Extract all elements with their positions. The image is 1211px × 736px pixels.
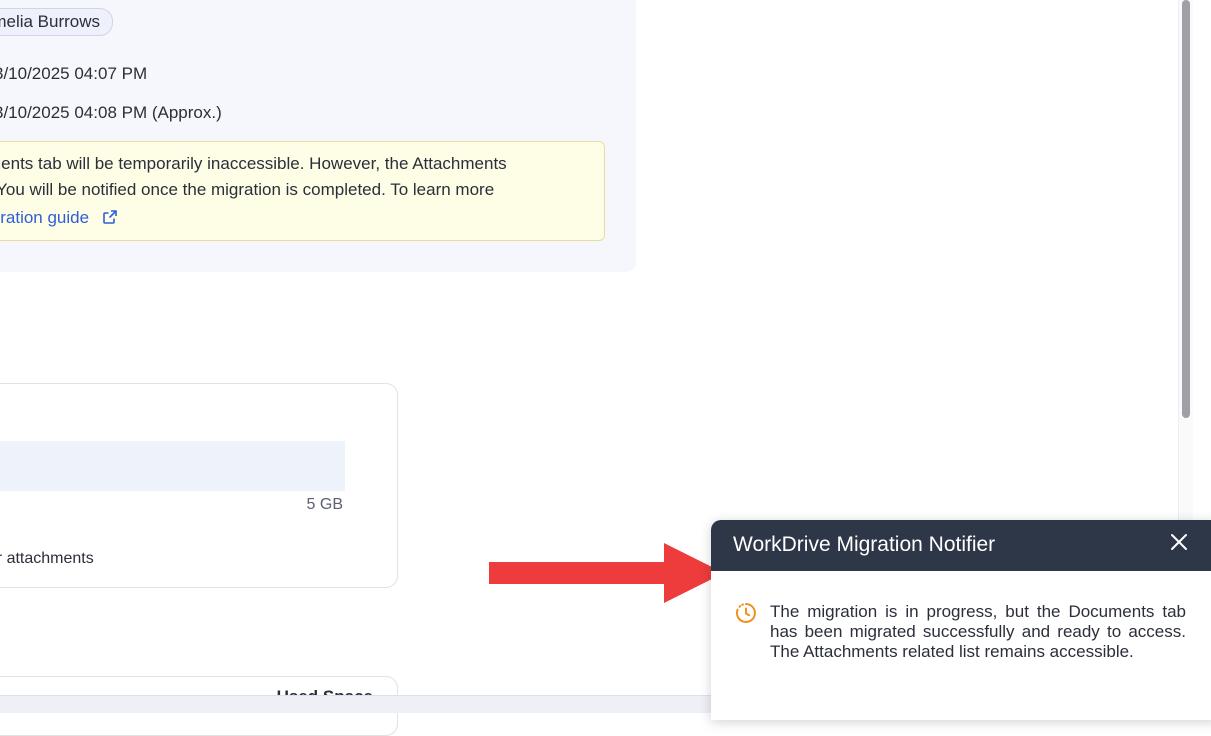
- storage-usage-bar: [0, 441, 345, 491]
- notice-line-1: ments tab will be temporarily inaccessib…: [0, 154, 507, 173]
- notifier-title: WorkDrive Migration Notifier: [733, 533, 996, 556]
- notifier-message: The migration is in progress, but the Do…: [770, 602, 1186, 661]
- notifier-header: WorkDrive Migration Notifier: [711, 520, 1211, 571]
- external-link-icon: [103, 210, 117, 224]
- storage-usage-card: 5 GB her attachments: [0, 383, 398, 588]
- storage-legend-other-attachments: her attachments: [0, 550, 94, 567]
- red-arrow-icon: [489, 543, 724, 603]
- clock-progress-icon: [735, 603, 756, 623]
- scrollbar-thumb[interactable]: [1182, 0, 1190, 418]
- user-chip: Amelia Burrows: [0, 8, 114, 36]
- end-time: 3/10/2025 04:08 PM (Approx.): [0, 103, 222, 122]
- storage-total: 5 GB: [306, 496, 343, 513]
- migration-guide-link[interactable]: igration guide: [0, 208, 118, 228]
- migration-notice: ments tab will be temporarily inaccessib…: [0, 141, 605, 241]
- migration-guide-link-text: igration guide: [0, 208, 90, 227]
- start-time: 3/10/2025 04:07 PM: [0, 64, 148, 83]
- workdrive-migration-notifier: WorkDrive Migration Notifier The migrati…: [711, 520, 1211, 720]
- notice-line-2: . You will be notified once the migratio…: [0, 180, 495, 199]
- close-icon[interactable]: [1167, 530, 1191, 554]
